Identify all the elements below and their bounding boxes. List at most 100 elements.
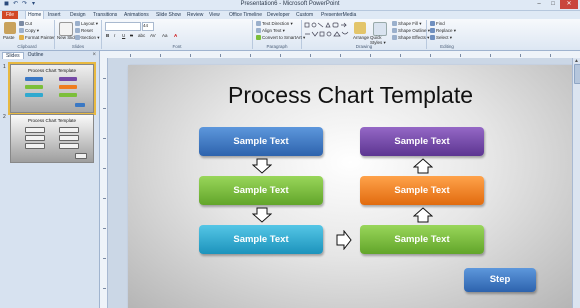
clipboard-label: Clipboard xyxy=(17,44,37,49)
font-name-box[interactable] xyxy=(105,22,141,31)
slides-panel: Slides Outline × 1 Process Chart Templat… xyxy=(0,51,100,308)
char-spacing-button[interactable]: AV xyxy=(150,33,156,38)
paragraph-label: Paragraph xyxy=(266,44,288,49)
window-title: Presentation6 - Microsoft PowerPoint xyxy=(240,1,340,7)
layout-button[interactable]: Layout ▾ xyxy=(75,21,98,27)
find-button[interactable]: Find xyxy=(430,21,445,27)
process-box-2[interactable]: Sample Text xyxy=(199,176,323,205)
thumbnail-title: Process Chart Template xyxy=(28,68,76,73)
tab-view[interactable]: View xyxy=(209,11,220,19)
drawing-label: Drawing xyxy=(355,44,373,49)
change-case-button[interactable]: Aa xyxy=(162,33,168,38)
process-box-1[interactable]: Sample Text xyxy=(199,127,323,156)
redo-icon[interactable]: ↷ xyxy=(21,1,28,8)
window-controls: – □ ✕ xyxy=(532,0,578,9)
format-painter-button[interactable]: Format Painter xyxy=(19,35,55,41)
tab-developer[interactable]: Developer xyxy=(267,11,290,19)
panel-tabs: Slides Outline xyxy=(2,52,46,59)
process-box-4[interactable]: Sample Text xyxy=(360,225,484,254)
process-box-3[interactable]: Sample Text xyxy=(199,225,323,254)
thumb-box xyxy=(59,143,79,149)
slide[interactable]: Process Chart Template Sample Text Sampl… xyxy=(128,65,573,308)
right-arrow-icon[interactable] xyxy=(336,230,352,250)
step-button[interactable]: Step xyxy=(464,268,536,292)
undo-icon[interactable]: ↶ xyxy=(12,1,19,8)
effects-icon xyxy=(392,35,397,41)
select-button[interactable]: Select ▾ xyxy=(430,35,452,41)
vertical-scrollbar[interactable]: ▲ xyxy=(572,58,580,308)
italic-button[interactable]: I xyxy=(114,33,115,38)
text-direction-button[interactable]: Text Direction ▾ xyxy=(256,21,293,27)
scrollbar-thumb[interactable] xyxy=(574,64,580,84)
replace-label: Replace ▾ xyxy=(436,28,457,33)
save-icon[interactable]: ◼ xyxy=(3,1,10,8)
underline-button[interactable]: U xyxy=(122,33,125,38)
arrange-button[interactable]: Arrange xyxy=(353,35,369,40)
font-color-button[interactable]: A xyxy=(174,33,177,38)
close-button[interactable]: ✕ xyxy=(560,0,578,9)
tab-home[interactable]: Home xyxy=(25,10,45,19)
copy-button[interactable]: Copy ▾ xyxy=(19,28,39,34)
thumb-box xyxy=(25,143,45,149)
slides-label: Slides xyxy=(71,44,85,49)
title-bar: Presentation6 - Microsoft PowerPoint ◼ ↶… xyxy=(0,0,580,11)
thumb-box xyxy=(59,77,77,81)
format-painter-label: Format Painter xyxy=(25,35,55,40)
vertical-ruler xyxy=(100,58,108,308)
font-group: 44 B I U S abc AV Aa A Font xyxy=(102,20,253,49)
paint-bucket-icon xyxy=(392,21,397,27)
thumb-box xyxy=(59,85,77,89)
pen-icon xyxy=(392,28,397,34)
brush-icon xyxy=(19,35,24,41)
reset-button[interactable]: Reset xyxy=(75,28,93,34)
customize-qat-icon[interactable]: ▾ xyxy=(30,1,37,8)
replace-button[interactable]: Replace ▾ xyxy=(430,28,456,34)
tab-design[interactable]: Design xyxy=(70,11,86,19)
shape-outline-button[interactable]: Shape Outline ▾ xyxy=(392,28,430,34)
tab-file[interactable]: File xyxy=(2,11,19,19)
process-box-5[interactable]: Sample Text xyxy=(360,176,484,205)
tab-slides[interactable]: Slides xyxy=(2,52,24,59)
paste-button[interactable]: Paste xyxy=(3,35,15,40)
slide-number-2: 2 xyxy=(3,114,6,120)
bold-button[interactable]: B xyxy=(106,33,109,38)
tab-animations[interactable]: Animations xyxy=(124,11,149,19)
quick-access-toolbar: ◼ ↶ ↷ ▾ xyxy=(3,1,37,8)
down-arrow-icon[interactable] xyxy=(252,207,272,223)
select-icon xyxy=(430,35,435,41)
down-arrow-icon[interactable] xyxy=(252,158,272,174)
shape-effects-button[interactable]: Shape Effects ▾ xyxy=(392,35,429,41)
thumbnail-title: Process Chart Template xyxy=(28,118,76,123)
slide-title[interactable]: Process Chart Template xyxy=(128,82,573,109)
align-text-icon xyxy=(256,28,261,34)
tab-presentermedia[interactable]: PresenterMedia xyxy=(321,11,356,19)
thumb-box xyxy=(59,93,77,97)
shadow-button[interactable]: abc xyxy=(138,33,145,38)
minimize-button[interactable]: – xyxy=(532,0,546,9)
process-box-6[interactable]: Sample Text xyxy=(360,127,484,156)
tab-office-timeline[interactable]: Office Timeline xyxy=(229,11,262,19)
section-button[interactable]: Section ▾ xyxy=(75,35,100,41)
cut-button[interactable]: Cut xyxy=(19,21,33,27)
smartart-button[interactable]: Convert to SmartArt ▾ xyxy=(256,35,305,41)
shape-fill-button[interactable]: Shape Fill ▾ xyxy=(392,21,422,27)
cut-label: Cut xyxy=(25,21,33,26)
panel-close-icon[interactable]: × xyxy=(92,52,96,58)
shapes-gallery[interactable] xyxy=(304,22,350,40)
tab-slide-show[interactable]: Slide Show xyxy=(156,11,181,19)
tab-review[interactable]: Review xyxy=(187,11,203,19)
thumb-box xyxy=(75,103,85,107)
up-arrow-icon[interactable] xyxy=(413,207,433,223)
tab-transitions[interactable]: Transitions xyxy=(93,11,117,19)
slide-thumbnail-2[interactable]: Process Chart Template xyxy=(10,114,94,163)
maximize-button[interactable]: □ xyxy=(546,0,560,9)
tab-outline[interactable]: Outline xyxy=(25,52,47,59)
font-size-box[interactable]: 44 xyxy=(142,22,154,31)
slide-thumbnail-1[interactable]: Process Chart Template xyxy=(8,62,96,115)
align-text-button[interactable]: Align Text ▾ xyxy=(256,28,285,34)
strikethrough-button[interactable]: S xyxy=(130,33,133,38)
tab-insert[interactable]: Insert xyxy=(48,11,61,19)
up-arrow-icon[interactable] xyxy=(413,158,433,174)
scissors-icon xyxy=(19,21,24,27)
tab-custom[interactable]: Custom xyxy=(296,11,313,19)
